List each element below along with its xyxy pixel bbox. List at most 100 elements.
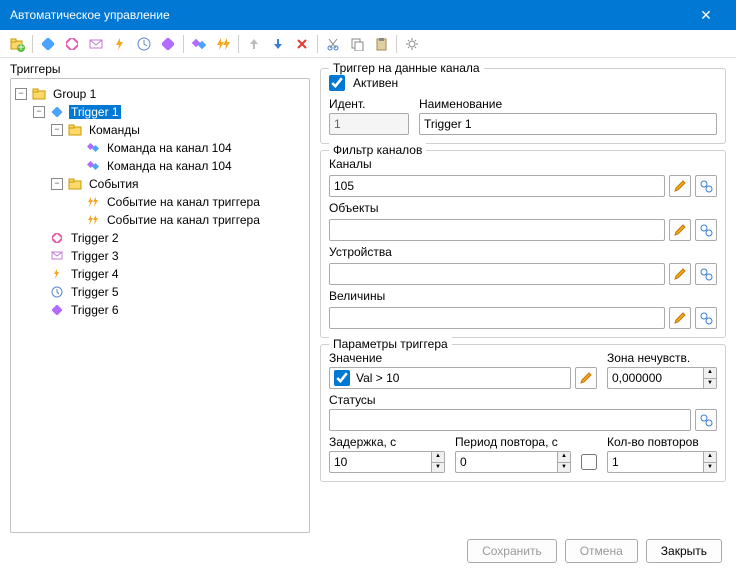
edit-button[interactable] <box>669 219 691 241</box>
tree-item-evtB[interactable]: Событие на канал триггера <box>105 213 262 227</box>
tree-toggle[interactable]: − <box>51 178 63 190</box>
delay-label: Задержка, с <box>329 435 445 449</box>
find-button[interactable] <box>695 409 717 431</box>
objects-field[interactable] <box>329 219 665 241</box>
lightning-double-icon[interactable] <box>212 33 234 55</box>
lightning-double-icon <box>85 194 101 210</box>
delay-field[interactable] <box>329 451 431 473</box>
folder-icon <box>31 86 47 102</box>
spin-up[interactable]: ▲ <box>558 452 570 463</box>
value-label: Значение <box>329 351 597 365</box>
devices-label: Устройства <box>329 245 717 259</box>
tree-item-trigger3[interactable]: Trigger 3 <box>69 249 121 263</box>
channels-label: Каналы <box>329 157 717 171</box>
edit-button[interactable] <box>575 367 597 389</box>
objects-label: Объекты <box>329 201 717 215</box>
tree-item-trigger5[interactable]: Trigger 5 <box>69 285 121 299</box>
diamond-pair-icon <box>85 158 101 174</box>
channel-filter-group: Фильтр каналов Каналы Объекты Устройства <box>320 150 726 338</box>
statuses-label: Статусы <box>329 393 717 407</box>
repeats-enable-checkbox[interactable] <box>581 454 597 470</box>
save-button[interactable]: Сохранить <box>467 539 557 563</box>
deadband-label: Зона нечувств. <box>607 351 717 365</box>
edit-button[interactable] <box>669 263 691 285</box>
active-checkbox[interactable] <box>329 75 345 91</box>
spin-down[interactable]: ▼ <box>558 463 570 473</box>
gear-icon[interactable] <box>401 33 423 55</box>
diamond-pair-icon[interactable] <box>188 33 210 55</box>
period-field[interactable] <box>455 451 557 473</box>
tree-item-group[interactable]: Group 1 <box>51 87 98 101</box>
copy-icon[interactable] <box>346 33 368 55</box>
tree-item-cmd104a[interactable]: Команда на канал 104 <box>105 141 234 155</box>
envelope-icon[interactable] <box>85 33 107 55</box>
dialog-footer: Сохранить Отмена Закрыть <box>0 533 736 569</box>
statuses-field[interactable] <box>329 409 691 431</box>
devices-field[interactable] <box>329 263 665 285</box>
tree-item-cmd104b[interactable]: Команда на канал 104 <box>105 159 234 173</box>
ident-label: Идент. <box>329 97 409 111</box>
tree-item-events[interactable]: События <box>87 177 141 191</box>
tree-toggle[interactable]: − <box>15 88 27 100</box>
diamond-blue-icon <box>49 104 65 120</box>
channels-field[interactable] <box>329 175 665 197</box>
spin-down[interactable]: ▼ <box>704 379 716 389</box>
ident-field <box>329 113 409 135</box>
diamond-purple-icon <box>49 302 65 318</box>
spin-up[interactable]: ▲ <box>432 452 444 463</box>
lightning-double-icon <box>85 212 101 228</box>
tree-item-trigger1[interactable]: Trigger 1 <box>69 105 121 119</box>
spin-down[interactable]: ▼ <box>432 463 444 473</box>
diamond-blue-icon[interactable] <box>37 33 59 55</box>
find-button[interactable] <box>695 263 717 285</box>
tree-item-commands[interactable]: Команды <box>87 123 142 137</box>
diamond-pair-icon <box>85 140 101 156</box>
find-button[interactable] <box>695 307 717 329</box>
folder-icon <box>67 122 83 138</box>
find-button[interactable] <box>695 219 717 241</box>
spin-up[interactable]: ▲ <box>704 368 716 379</box>
deadband-field[interactable] <box>607 367 703 389</box>
spin-up[interactable]: ▲ <box>704 452 716 463</box>
trigger-params-group: Параметры триггера Значение Val > 10 Зон… <box>320 344 726 482</box>
add-folder-icon[interactable]: + <box>6 33 28 55</box>
diamond-purple-icon[interactable] <box>157 33 179 55</box>
repeats-label: Кол-во повторов <box>607 435 717 449</box>
value-enabled-checkbox[interactable] <box>334 370 350 386</box>
tree-item-trigger6[interactable]: Trigger 6 <box>69 303 121 317</box>
spin-down[interactable]: ▼ <box>704 463 716 473</box>
group-title: Триггер на данные канала <box>329 62 484 75</box>
triggers-label: Триггеры <box>10 62 310 76</box>
tree-item-trigger2[interactable]: Trigger 2 <box>69 231 121 245</box>
lightning-orange-icon[interactable] <box>109 33 131 55</box>
tree-item-trigger4[interactable]: Trigger 4 <box>69 267 121 281</box>
triggers-tree[interactable]: − Group 1 − Trigger 1 − Команды <box>10 78 310 533</box>
window-title: Автоматическое управление <box>10 8 170 22</box>
titlebar: Автоматическое управление ✕ <box>0 0 736 30</box>
name-field[interactable] <box>419 113 717 135</box>
window-close-button[interactable]: ✕ <box>686 7 726 24</box>
name-label: Наименование <box>419 97 717 111</box>
arrow-down-icon[interactable] <box>267 33 289 55</box>
edit-button[interactable] <box>669 175 691 197</box>
quantities-field[interactable] <box>329 307 665 329</box>
cancel-button[interactable]: Отмена <box>565 539 638 563</box>
tree-toggle[interactable]: − <box>33 106 45 118</box>
tree-item-evtA[interactable]: Событие на канал триггера <box>105 195 262 209</box>
clock-icon <box>49 284 65 300</box>
clock-icon[interactable] <box>133 33 155 55</box>
svg-text:+: + <box>17 40 24 52</box>
diamond-outline-icon <box>49 230 65 246</box>
close-button[interactable]: Закрыть <box>646 539 722 563</box>
edit-button[interactable] <box>669 307 691 329</box>
paste-icon[interactable] <box>370 33 392 55</box>
group-title: Параметры триггера <box>329 337 452 351</box>
find-button[interactable] <box>695 175 717 197</box>
toolbar: + <box>0 30 736 58</box>
diamond-outline-icon[interactable] <box>61 33 83 55</box>
delete-icon[interactable] <box>291 33 313 55</box>
tree-toggle[interactable]: − <box>51 124 63 136</box>
cut-icon[interactable] <box>322 33 344 55</box>
arrow-up-icon[interactable] <box>243 33 265 55</box>
repeats-field[interactable] <box>607 451 703 473</box>
